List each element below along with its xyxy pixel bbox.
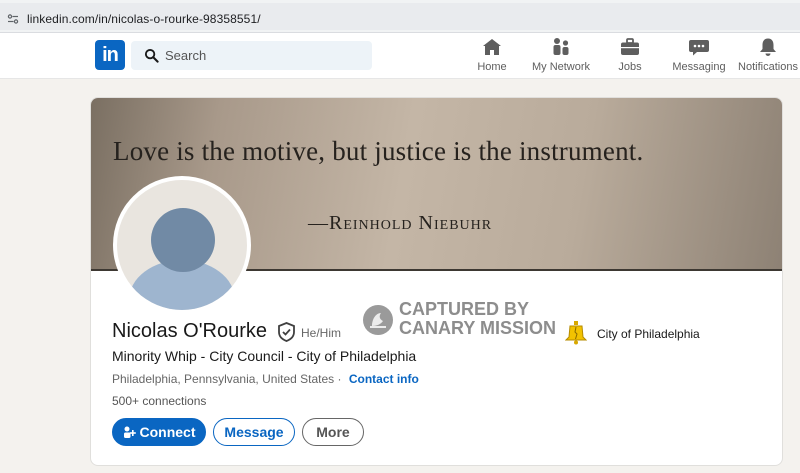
pronouns: He/Him	[301, 326, 342, 340]
briefcase-icon	[621, 38, 639, 55]
connect-button[interactable]: Connect	[112, 418, 206, 446]
search-placeholder: Search	[165, 48, 207, 63]
url-text: linkedin.com/in/nicolas-o-rourke-9835855…	[27, 12, 261, 26]
nav-my-network[interactable]: My Network	[530, 37, 592, 77]
search-input[interactable]: Search	[131, 41, 372, 70]
current-organization[interactable]: City of Philadelphia	[597, 327, 700, 341]
nav-notifications[interactable]: Notifications	[737, 37, 799, 77]
banner-quote: Love is the motive, but justice is the i…	[113, 136, 644, 166]
profile-name: Nicolas O'Rourke	[112, 320, 267, 342]
verified-shield-icon[interactable]	[277, 322, 296, 342]
nav-notifications-label: Notifications	[738, 61, 798, 73]
top-nav: in Search Home My Network Jobs Messaging…	[0, 33, 800, 79]
more-button[interactable]: More	[302, 418, 364, 446]
home-icon	[483, 39, 501, 55]
nav-my-network-label: My Network	[531, 61, 591, 73]
connections-count[interactable]: 500+ connections	[112, 394, 206, 408]
liberty-bell-icon[interactable]	[565, 320, 587, 346]
add-person-icon	[123, 426, 136, 438]
bell-icon	[760, 38, 776, 56]
nav-home-label: Home	[477, 61, 507, 73]
linkedin-logo[interactable]: in	[95, 40, 125, 70]
chat-icon	[689, 40, 709, 56]
avatar[interactable]	[113, 176, 251, 314]
site-settings-icon[interactable]	[7, 13, 19, 25]
watermark-text: CAPTURED BY CANARY MISSION	[399, 300, 556, 338]
canary-mission-logo-icon	[363, 305, 393, 335]
contact-info-link[interactable]: Contact info	[349, 372, 419, 386]
message-button[interactable]: Message	[213, 418, 295, 446]
profile-headline: Minority Whip - City Council - City of P…	[112, 348, 417, 364]
nav-messaging[interactable]: Messaging	[672, 37, 726, 77]
nav-jobs-label: Jobs	[618, 61, 642, 73]
banner-author: —Reinhold Niebuhr	[308, 212, 493, 234]
url-field[interactable]: linkedin.com/in/nicolas-o-rourke-9835855…	[0, 3, 800, 30]
watermark-line1: CAPTURED BY	[399, 299, 530, 319]
avatar-placeholder	[117, 180, 247, 310]
search-icon	[144, 48, 159, 63]
avatar-head	[151, 208, 215, 272]
watermark-line2: CANARY MISSION	[399, 318, 557, 338]
profile-location: Philadelphia, Pennsylvania, United State…	[112, 372, 342, 386]
nav-jobs[interactable]: Jobs	[612, 37, 648, 77]
network-icon	[553, 38, 569, 55]
profile-location-line: Philadelphia, Pennsylvania, United State…	[112, 372, 419, 386]
connect-button-label: Connect	[139, 424, 196, 440]
profile-card: Love is the motive, but justice is the i…	[90, 97, 783, 466]
nav-messaging-label: Messaging	[672, 61, 726, 73]
browser-address-bar: linkedin.com/in/nicolas-o-rourke-9835855…	[0, 0, 800, 33]
nav-home[interactable]: Home	[474, 37, 510, 77]
